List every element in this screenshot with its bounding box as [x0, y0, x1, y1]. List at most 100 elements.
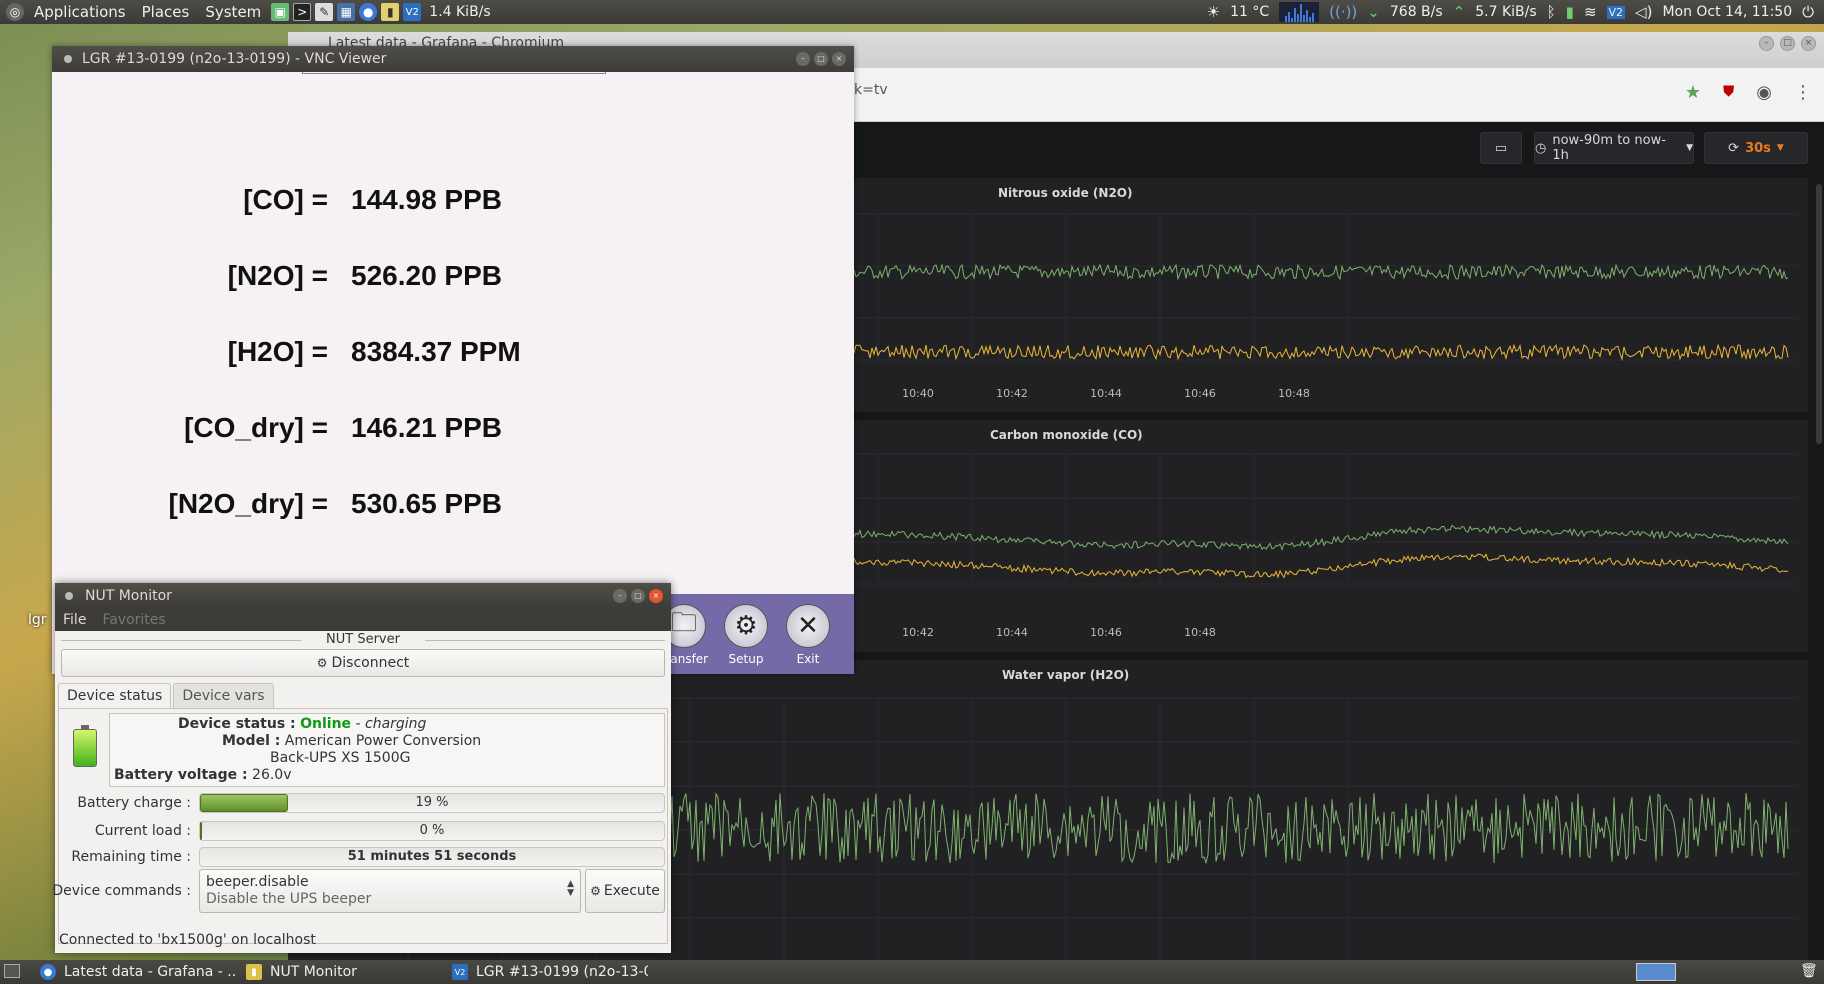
taskbar-item-vnc[interactable]: V2 LGR #13-0199 (n2o-13-0... [442, 960, 648, 984]
ublock-icon[interactable]: ⛊ [1723, 82, 1734, 103]
bookmark-star-icon[interactable]: ★ [1685, 82, 1701, 103]
file-manager-icon[interactable]: ▣ [271, 3, 290, 21]
url-text[interactable]: k=tv [854, 82, 888, 98]
remaining-time-label: Remaining time : [71, 849, 191, 865]
vnc-icon: V2 [452, 964, 468, 980]
readout-value: 8384.37 PPM [351, 336, 521, 367]
profile-icon[interactable]: ◉ [1756, 82, 1772, 103]
net-speed-left: 1.4 KiB/s [429, 4, 491, 20]
vnc-launcher-icon[interactable]: V2 [403, 3, 422, 21]
grafana-scrollbar[interactable] [1816, 184, 1822, 444]
caret-down-icon: ▼ [1776, 143, 1784, 153]
menu-favorites[interactable]: Favorites [102, 612, 165, 628]
command-description: Disable the UPS beeper [206, 891, 372, 907]
nut-monitor-launcher-icon[interactable]: ▮ [381, 3, 400, 21]
readout-n2o-dry: [N2O_dry] = 530.65 PPB [52, 488, 854, 528]
battery-voltage-key: Battery voltage : [114, 767, 248, 783]
vnc-window-title: LGR #13-0199 (n2o-13-0199) - VNC Viewer [82, 51, 387, 67]
nut-menubar: File Favorites [55, 609, 671, 631]
ubuntu-logo-icon[interactable]: ◎ [6, 3, 24, 21]
grafana-toolbar: ▭ ◷ now-90m to now-1h ▼ ⟳ 30s ▼ [1424, 122, 1824, 174]
menu-dots-icon[interactable]: ⋮ [1794, 82, 1812, 103]
current-load-label: Current load : [94, 823, 191, 839]
battery-tray-icon[interactable]: ▮ [1566, 3, 1574, 21]
nut-window-title: NUT Monitor [85, 588, 172, 604]
terminal-icon[interactable]: > [293, 3, 312, 21]
tab-device-status[interactable]: Device status [58, 683, 172, 708]
tv-mode-button[interactable]: ▭ [1480, 132, 1522, 164]
menu-system[interactable]: System [199, 0, 267, 24]
nut-server-frame-label: NUT Server [55, 631, 671, 649]
readout-co: [CO] = 144.98 PPB [52, 184, 854, 224]
net-activity-icon: ((·)) [1329, 3, 1358, 21]
taskbar-item-grafana[interactable]: ● Latest data - Grafana - ... [30, 960, 236, 984]
device-commands-select[interactable]: beeper.disable Disable the UPS beeper ▲ ▼ [199, 869, 581, 913]
bottom-panel: ● Latest data - Grafana - ... ▮ NUT Moni… [0, 960, 1824, 984]
taskbar-label: NUT Monitor [270, 964, 357, 980]
setup-button[interactable]: ⚙ Setup [720, 604, 772, 666]
menu-file[interactable]: File [63, 612, 86, 628]
vnc-titlebar[interactable]: LGR #13-0199 (n2o-13-0199) - VNC Viewer … [52, 46, 854, 72]
model-line2: Back-UPS XS 1500G [270, 750, 411, 766]
exit-button[interactable]: ✕ Exit [782, 604, 834, 666]
close-icon[interactable]: × [832, 52, 846, 66]
upload-icon: ⌃ [1452, 3, 1466, 21]
remote-toolbar: 🗀 Transfer ⚙ Setup ✕ Exit [660, 594, 854, 674]
desktop-icon-label[interactable]: lgr [28, 612, 47, 628]
text-editor-icon[interactable]: ✎ [315, 3, 334, 21]
readout-co-dry: [CO_dry] = 146.21 PPB [52, 412, 854, 452]
disconnect-label: Disconnect [331, 655, 410, 671]
workspace-switcher[interactable] [1636, 963, 1676, 981]
minimize-icon[interactable]: – [1759, 36, 1774, 51]
taskbar-item-nut[interactable]: ▮ NUT Monitor [236, 960, 442, 984]
vnc-tray-icon[interactable]: V2 [1606, 5, 1626, 19]
remaining-time-text: 51 minutes 51 seconds [347, 849, 517, 864]
readout-value: 146.21 PPB [351, 412, 502, 443]
menu-places[interactable]: Places [136, 0, 196, 24]
menu-applications[interactable]: Applications [28, 0, 132, 24]
readout-label: [H2O] = [227, 336, 328, 367]
disconnect-icon: ⚙ [316, 656, 328, 670]
close-icon[interactable]: × [649, 589, 663, 603]
power-icon[interactable]: ⏻ [1802, 3, 1814, 21]
volume-icon[interactable]: ◁) [1635, 3, 1652, 21]
n2o-tick-label: 10:48 [1278, 387, 1310, 400]
clock[interactable]: Mon Oct 14, 11:50 [1662, 4, 1792, 20]
wifi-icon[interactable]: ≋ [1584, 3, 1597, 21]
time-range-picker[interactable]: ◷ now-90m to now-1h ▼ [1534, 132, 1694, 164]
co-tick-label: 10:48 [1184, 626, 1216, 639]
bluetooth-icon[interactable]: ᛒ [1547, 3, 1556, 21]
monitor-icon: ▭ [1494, 140, 1508, 156]
chromium-icon[interactable]: ● [359, 3, 378, 21]
co-tick-label: 10:46 [1090, 626, 1122, 639]
nut-titlebar[interactable]: NUT Monitor – □ × [55, 583, 671, 609]
execute-button[interactable]: ⚙ Execute [585, 869, 665, 913]
refresh-picker[interactable]: ⟳ 30s ▼ [1704, 132, 1808, 164]
top-panel: ◎ Applications Places System ▣ > ✎ ▦ ● ▮… [0, 0, 1824, 24]
vnc-viewer-window: LGR #13-0199 (n2o-13-0199) - VNC Viewer … [52, 46, 854, 674]
time-range-label: now-90m to now-1h [1552, 133, 1666, 163]
caret-down-icon: ▼ [1686, 143, 1693, 153]
taskbar-label: Latest data - Grafana - ... [64, 964, 236, 980]
minimize-icon[interactable]: – [796, 52, 810, 66]
trash-icon[interactable]: 🗑 [1800, 963, 1818, 979]
remaining-time-bar: 51 minutes 51 seconds [199, 847, 665, 867]
show-desktop-icon[interactable] [4, 964, 20, 978]
close-icon[interactable]: × [1801, 36, 1816, 51]
disconnect-button[interactable]: ⚙ Disconnect [61, 649, 665, 677]
maximize-icon[interactable]: □ [1780, 36, 1795, 51]
temperature: 11 °C [1230, 4, 1270, 20]
n2o-tick-label: 10:40 [902, 387, 934, 400]
window-menu-icon[interactable] [64, 55, 72, 63]
maximize-icon[interactable]: □ [814, 52, 828, 66]
device-status-detail: - charging [351, 716, 427, 732]
n2o-tick-label: 10:46 [1184, 387, 1216, 400]
current-load-bar: 0 % [199, 821, 665, 841]
window-menu-icon[interactable] [65, 592, 73, 600]
minimize-icon[interactable]: – [613, 589, 627, 603]
battery-charging-icon [73, 725, 97, 767]
setup-label: Setup [728, 652, 764, 666]
maximize-icon[interactable]: □ [631, 589, 645, 603]
calculator-icon[interactable]: ▦ [337, 3, 356, 21]
tab-device-vars[interactable]: Device vars [173, 683, 274, 708]
